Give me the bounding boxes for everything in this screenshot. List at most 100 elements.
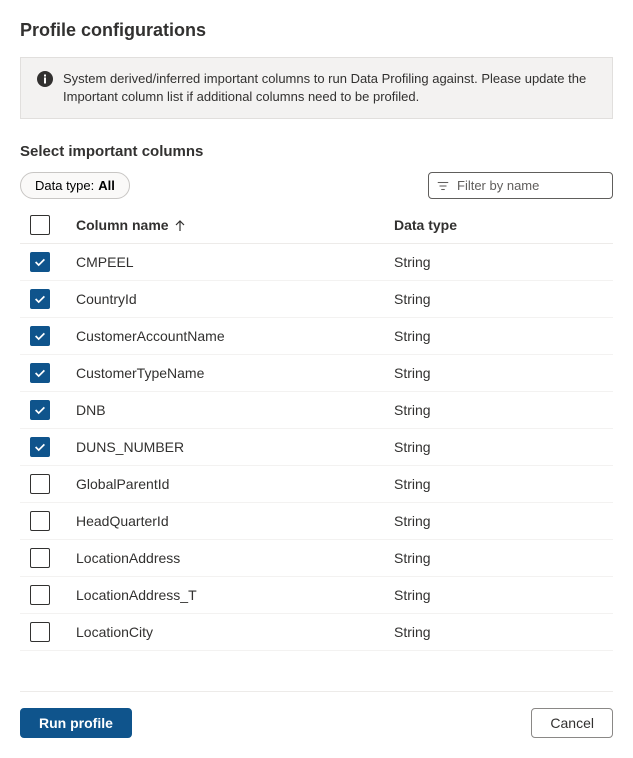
row-name-cell: LocationCity <box>76 624 394 640</box>
row-type-cell: String <box>394 624 609 640</box>
section-title: Select important columns <box>20 143 613 160</box>
filter-row: Data type: All <box>20 172 613 199</box>
search-wrap <box>428 172 613 199</box>
footer: Run profile Cancel <box>20 691 613 738</box>
filter-icon <box>436 179 450 193</box>
table-row: LocationAddress String <box>20 540 613 577</box>
row-name-cell: CMPEEL <box>76 254 394 270</box>
data-type-label: String <box>394 587 431 603</box>
column-name-label: CMPEEL <box>76 254 134 270</box>
filter-by-name-input[interactable] <box>428 172 613 199</box>
row-type-cell: String <box>394 402 609 418</box>
select-all-checkbox[interactable] <box>30 215 50 235</box>
column-name-header-label: Column name <box>76 217 169 233</box>
header-checkbox-cell <box>24 215 76 235</box>
row-name-cell: HeadQuarterId <box>76 513 394 529</box>
row-name-cell: GlobalParentId <box>76 476 394 492</box>
row-type-cell: String <box>394 291 609 307</box>
column-name-label: LocationAddress_T <box>76 587 197 603</box>
row-name-cell: CountryId <box>76 291 394 307</box>
column-name-label: CountryId <box>76 291 137 307</box>
row-checkbox-cell <box>24 437 76 457</box>
row-checkbox[interactable] <box>30 474 50 494</box>
data-type-label: String <box>394 476 431 492</box>
table-row: CustomerAccountName String <box>20 318 613 355</box>
pill-label: Data type: <box>35 178 94 193</box>
row-checkbox-cell <box>24 585 76 605</box>
row-checkbox[interactable] <box>30 252 50 272</box>
row-checkbox-cell <box>24 363 76 383</box>
row-name-cell: CustomerAccountName <box>76 328 394 344</box>
row-checkbox[interactable] <box>30 363 50 383</box>
data-type-header-label: Data type <box>394 217 457 233</box>
table-row: CMPEEL String <box>20 244 613 281</box>
row-checkbox-cell <box>24 289 76 309</box>
row-name-cell: DNB <box>76 402 394 418</box>
info-banner: System derived/inferred important column… <box>20 57 613 119</box>
sort-ascending-icon <box>175 219 185 231</box>
data-type-label: String <box>394 365 431 381</box>
table-row: LocationAddress_T String <box>20 577 613 614</box>
data-type-label: String <box>394 254 431 270</box>
column-name-label: CustomerAccountName <box>76 328 225 344</box>
data-type-label: String <box>394 513 431 529</box>
row-type-cell: String <box>394 513 609 529</box>
row-checkbox[interactable] <box>30 326 50 346</box>
data-type-label: String <box>394 439 431 455</box>
column-name-label: DUNS_NUMBER <box>76 439 184 455</box>
row-name-cell: DUNS_NUMBER <box>76 439 394 455</box>
row-type-cell: String <box>394 328 609 344</box>
row-type-cell: String <box>394 476 609 492</box>
column-name-label: LocationAddress <box>76 550 180 566</box>
info-text: System derived/inferred important column… <box>63 70 596 106</box>
row-checkbox[interactable] <box>30 511 50 531</box>
row-type-cell: String <box>394 587 609 603</box>
row-checkbox[interactable] <box>30 548 50 568</box>
data-type-filter-pill[interactable]: Data type: All <box>20 172 130 199</box>
row-checkbox-cell <box>24 511 76 531</box>
pill-value: All <box>98 178 115 193</box>
data-type-label: String <box>394 328 431 344</box>
table-body: CMPEELStringCountryIdStringCustomerAccou… <box>20 244 613 651</box>
data-type-label: String <box>394 402 431 418</box>
table-row: DUNS_NUMBER String <box>20 429 613 466</box>
row-checkbox[interactable] <box>30 437 50 457</box>
page-title: Profile configurations <box>20 20 613 41</box>
row-checkbox[interactable] <box>30 289 50 309</box>
table-header-row: Column name Data type <box>20 207 613 244</box>
table-row: LocationCity String <box>20 614 613 651</box>
table-row: DNB String <box>20 392 613 429</box>
row-checkbox-cell <box>24 400 76 420</box>
row-checkbox[interactable] <box>30 622 50 642</box>
table-row: HeadQuarterId String <box>20 503 613 540</box>
data-type-label: String <box>394 550 431 566</box>
row-name-cell: LocationAddress_T <box>76 587 394 603</box>
table-row: CustomerTypeName String <box>20 355 613 392</box>
row-type-cell: String <box>394 439 609 455</box>
row-checkbox-cell <box>24 326 76 346</box>
table-row: GlobalParentId String <box>20 466 613 503</box>
row-name-cell: CustomerTypeName <box>76 365 394 381</box>
row-type-cell: String <box>394 550 609 566</box>
row-checkbox-cell <box>24 622 76 642</box>
row-checkbox[interactable] <box>30 585 50 605</box>
row-checkbox-cell <box>24 548 76 568</box>
column-name-label: HeadQuarterId <box>76 513 169 529</box>
info-icon <box>37 71 53 87</box>
column-name-label: LocationCity <box>76 624 153 640</box>
row-type-cell: String <box>394 365 609 381</box>
columns-table: Column name Data type CMPEEL String Countr… <box>20 207 613 651</box>
column-name-label: GlobalParentId <box>76 476 169 492</box>
row-name-cell: LocationAddress <box>76 550 394 566</box>
data-type-label: String <box>394 291 431 307</box>
row-checkbox[interactable] <box>30 400 50 420</box>
row-checkbox-cell <box>24 252 76 272</box>
header-name-cell[interactable]: Column name <box>76 217 394 233</box>
data-type-label: String <box>394 624 431 640</box>
row-type-cell: String <box>394 254 609 270</box>
run-profile-button[interactable]: Run profile <box>20 708 132 738</box>
header-type-cell[interactable]: Data type <box>394 217 609 233</box>
column-name-label: CustomerTypeName <box>76 365 204 381</box>
column-name-label: DNB <box>76 402 106 418</box>
cancel-button[interactable]: Cancel <box>531 708 613 738</box>
